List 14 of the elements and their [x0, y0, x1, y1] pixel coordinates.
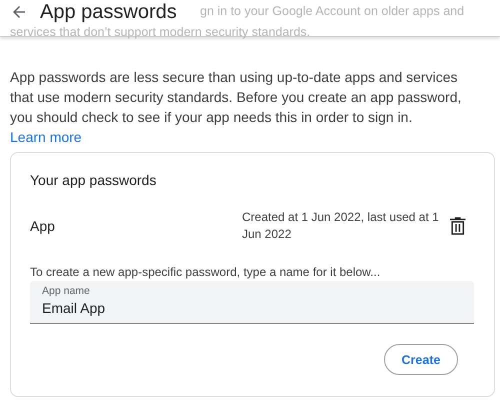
app-password-name: App	[30, 218, 56, 234]
intro-paragraph: App passwords are less secure than using up-to-date apps and services that use modern security standards. Before you create an app password, you should check to see if your app needs this in order to sign in.	[10, 68, 462, 127]
learn-more-link[interactable]: Learn more	[10, 129, 82, 145]
faded-description-line: services that don’t support modern security standards.	[10, 25, 310, 39]
create-button[interactable]: Create	[384, 344, 458, 375]
trash-icon[interactable]	[450, 217, 466, 235]
page-title: App passwords	[40, 2, 177, 22]
faded-description-line: gn in to your Google Account on older apps and	[200, 4, 464, 18]
usage-dates: Created at 1 Jun 2022, last used at 1 Jun 2022	[242, 209, 440, 243]
app-name-field[interactable]: App name Email App	[30, 281, 474, 324]
app-name-input[interactable]: Email App	[42, 300, 462, 316]
instruction-text: To create a new app-specific password, type a name for it below...	[30, 265, 382, 279]
field-label: App name	[42, 285, 91, 297]
section-heading: Your app passwords	[30, 172, 158, 188]
